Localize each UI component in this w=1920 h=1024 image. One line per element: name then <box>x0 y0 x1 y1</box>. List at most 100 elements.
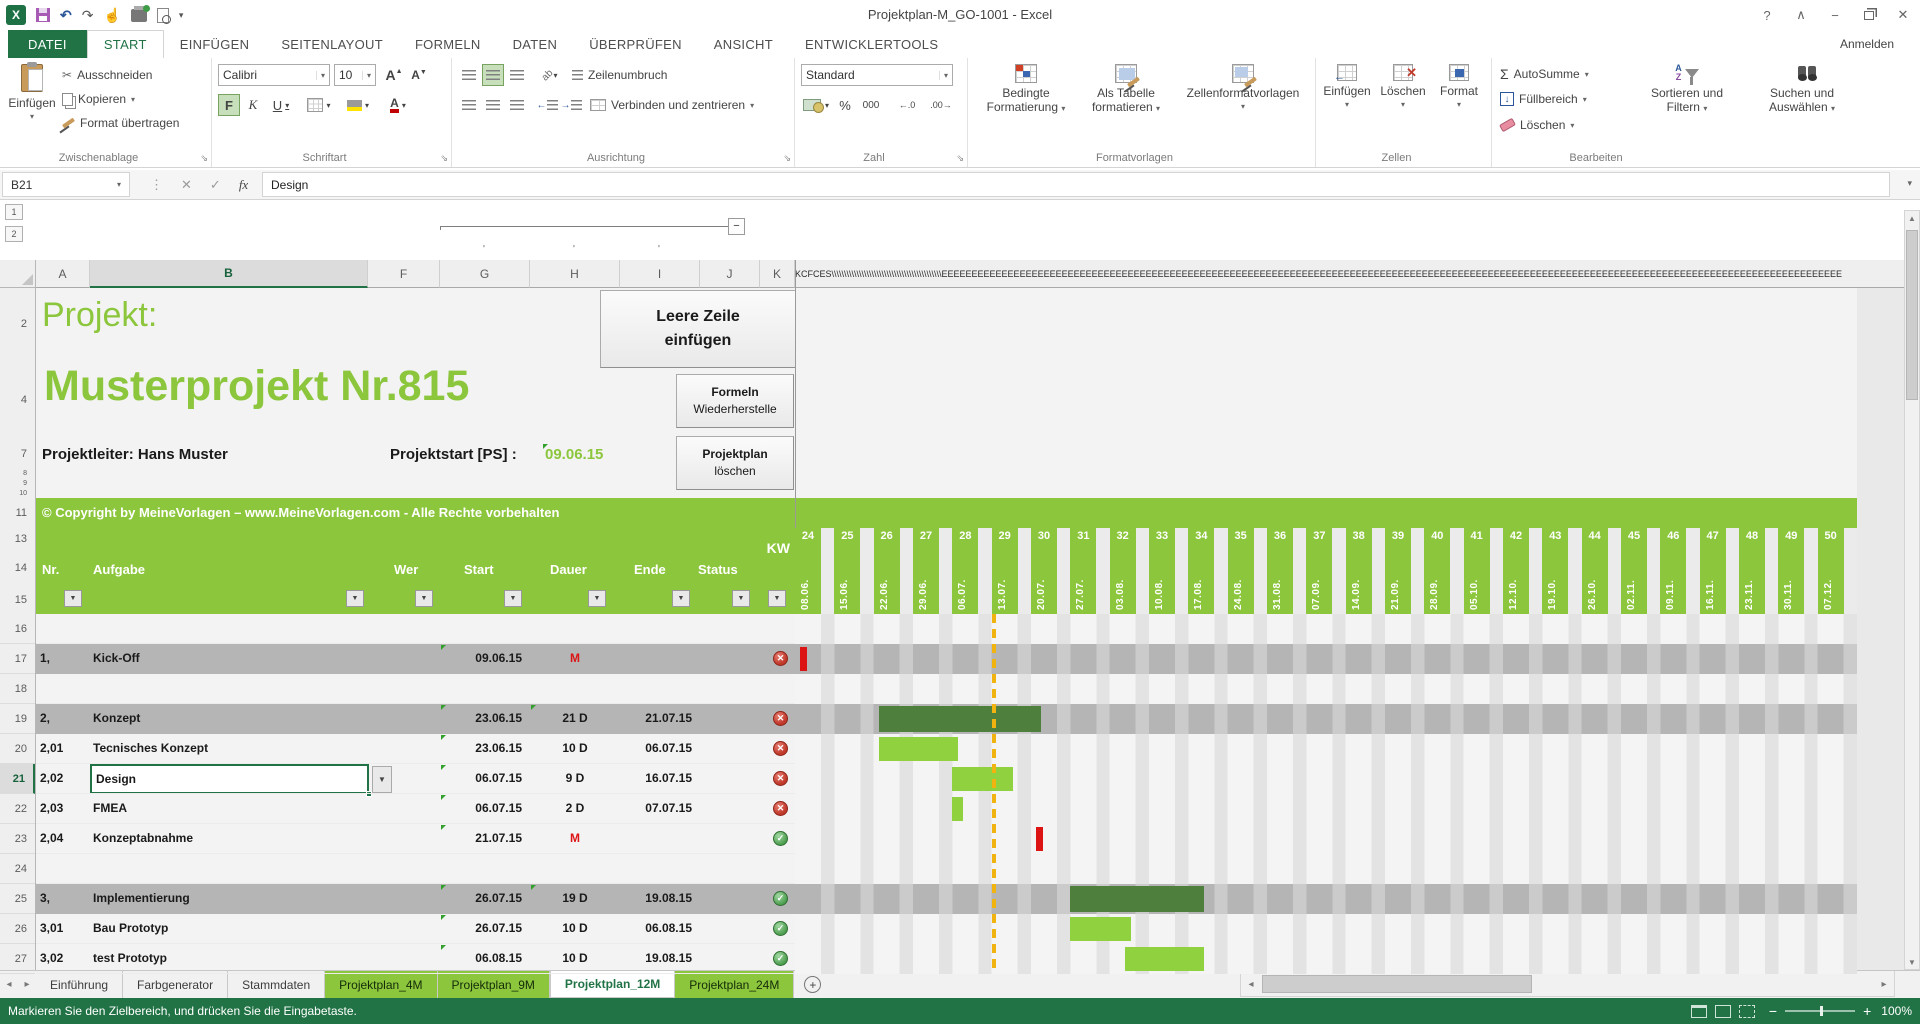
cell-start[interactable]: 21.07.15 <box>440 831 522 845</box>
zoom-slider[interactable] <box>1785 1010 1855 1012</box>
horizontal-scroll-thumb[interactable] <box>1262 975 1532 993</box>
cut-button[interactable]: ✂Ausschneiden <box>62 68 152 82</box>
row-header-27[interactable]: 27 <box>0 944 35 974</box>
vertical-scroll-thumb[interactable] <box>1906 230 1918 400</box>
row-header-7[interactable]: 7 <box>0 440 35 468</box>
font-size-combo[interactable]: 10▾ <box>334 64 376 86</box>
paste-button[interactable]: Einfügen ▾ <box>8 64 56 124</box>
close-button[interactable]: ✕ <box>1886 0 1920 30</box>
ribbon-tab-datei[interactable]: DATEI <box>8 30 87 58</box>
outline-level-1-button[interactable]: 1 <box>5 204 23 220</box>
cell-task-name[interactable]: Bau Prototyp <box>93 921 168 935</box>
fill-button[interactable]: ↓Füllbereich▾ <box>1500 92 1587 106</box>
row-header-13[interactable]: 13 <box>0 528 35 550</box>
filter-dropdown-button[interactable]: ▼ <box>588 590 606 607</box>
wrap-text-button[interactable]: Zeilenumbruch <box>572 68 667 82</box>
excel-logo-icon[interactable]: X <box>6 5 26 25</box>
row-header-19[interactable]: 19 <box>0 704 35 734</box>
cell-start[interactable]: 23.06.15 <box>440 711 522 725</box>
align-bottom-button[interactable] <box>506 64 528 86</box>
collapse-ribbon-button[interactable]: ∧ <box>1784 0 1818 30</box>
cell-nr[interactable]: 3,02 <box>40 951 63 965</box>
zoom-in-button[interactable]: + <box>1863 1003 1871 1019</box>
row-header-22[interactable]: 22 <box>0 794 35 824</box>
scroll-up-arrow[interactable]: ▲ <box>1904 210 1920 226</box>
touch-mode-icon[interactable]: ☝ <box>103 7 120 24</box>
cell-task-name[interactable]: Tecnisches Konzept <box>93 741 208 755</box>
row-header-21[interactable]: 21 <box>0 764 35 794</box>
cell-task-name[interactable]: Kick-Off <box>93 651 140 665</box>
column-header-h[interactable]: H <box>530 260 620 288</box>
sheet-tab-einführung[interactable]: Einführung <box>36 971 123 998</box>
filter-dropdown-button[interactable]: ▼ <box>732 590 750 607</box>
sheet-tab-stammdaten[interactable]: Stammdaten <box>228 971 325 998</box>
row-header-16[interactable]: 16 <box>0 614 35 644</box>
cell-start[interactable]: 23.06.15 <box>440 741 522 755</box>
cell-nr[interactable]: 2,03 <box>40 801 63 815</box>
grow-font-button[interactable]: A▲ <box>382 64 406 86</box>
name-box[interactable]: B21▾ <box>2 172 130 197</box>
cell-nr[interactable]: 2,02 <box>40 771 63 785</box>
ribbon-tab-formeln[interactable]: FORMELN <box>399 30 497 58</box>
ribbon-tab-entwicklertools[interactable]: ENTWICKLERTOOLS <box>789 30 954 58</box>
cell-styles-button[interactable]: Zellenformatvorlagen ▾ <box>1174 64 1312 114</box>
cell-end[interactable]: 07.07.15 <box>600 801 692 815</box>
cell-task-name[interactable]: test Prototyp <box>93 951 167 965</box>
cell-start[interactable]: 06.08.15 <box>440 951 522 965</box>
align-top-button[interactable] <box>458 64 480 86</box>
align-left-button[interactable] <box>458 94 480 116</box>
increase-decimal-button[interactable]: ←.0 <box>891 94 923 116</box>
minimize-button[interactable]: − <box>1818 0 1852 30</box>
comma-style-button[interactable]: 000 <box>857 94 885 116</box>
column-header-g[interactable]: G <box>440 260 530 288</box>
ribbon-tab-einfügen[interactable]: EINFÜGEN <box>164 30 266 58</box>
conditional-formatting-button[interactable]: Bedingte Formatierung ▾ <box>978 64 1074 116</box>
cell-end[interactable]: 21.07.15 <box>600 711 692 725</box>
cell-nr[interactable]: 2,04 <box>40 831 63 845</box>
cell-end[interactable]: 19.08.15 <box>600 891 692 905</box>
align-right-button[interactable] <box>506 94 528 116</box>
quick-print-icon[interactable] <box>131 9 147 22</box>
row-header-20[interactable]: 20 <box>0 734 35 764</box>
ribbon-tab-überprüfen[interactable]: ÜBERPRÜFEN <box>573 30 698 58</box>
bold-button[interactable]: F <box>218 94 240 116</box>
cell-task-name[interactable]: Konzept <box>93 711 140 725</box>
dialog-launcher-icon[interactable]: ⇘ <box>440 153 448 164</box>
ribbon-tab-seitenlayout[interactable]: SEITENLAYOUT <box>265 30 399 58</box>
column-header-b[interactable]: B <box>90 260 368 288</box>
filter-dropdown-button[interactable]: ▼ <box>415 590 433 607</box>
copy-button[interactable]: Kopieren▾ <box>62 92 135 106</box>
cell-duration[interactable]: M <box>530 831 620 845</box>
zoom-slider-thumb[interactable] <box>1820 1006 1823 1016</box>
cell-end[interactable]: 06.07.15 <box>600 741 692 755</box>
row-header-26[interactable]: 26 <box>0 914 35 944</box>
ribbon-tab-ansicht[interactable]: ANSICHT <box>698 30 789 58</box>
align-middle-button[interactable] <box>482 64 504 86</box>
font-name-combo[interactable]: Calibri▾ <box>218 64 330 86</box>
cell-start[interactable]: 06.07.15 <box>440 771 522 785</box>
cancel-entry-icon[interactable]: ✕ <box>181 177 192 193</box>
print-preview-icon[interactable] <box>157 8 169 23</box>
page-break-view-button[interactable] <box>1739 1005 1755 1018</box>
format-cells-button[interactable]: Format ▾ <box>1432 64 1486 112</box>
font-color-button[interactable]: A▾ <box>380 94 416 116</box>
row-header-4[interactable]: 4 <box>0 360 35 440</box>
column-header-k[interactable]: K <box>760 260 795 288</box>
dialog-launcher-icon[interactable]: ⇘ <box>783 153 791 164</box>
sign-in-link[interactable]: Anmelden <box>1840 37 1894 51</box>
cell-nr[interactable]: 1, <box>40 651 50 665</box>
row-header-18[interactable]: 18 <box>0 674 35 704</box>
row-header-10[interactable]: 10 <box>0 488 35 498</box>
row-header-15[interactable]: 15 <box>0 586 35 614</box>
outline-level-2-button[interactable]: 2 <box>5 226 23 242</box>
cell-start[interactable]: 26.07.15 <box>440 891 522 905</box>
decrease-indent-button[interactable]: ← <box>536 94 558 116</box>
clear-button[interactable]: Löschen▾ <box>1500 118 1574 132</box>
column-header-f[interactable]: F <box>368 260 440 288</box>
borders-button[interactable]: ▾ <box>302 94 336 116</box>
cell-end[interactable]: 16.07.15 <box>600 771 692 785</box>
row-header-9[interactable]: 9 <box>0 478 35 488</box>
cell-end[interactable]: 06.08.15 <box>600 921 692 935</box>
delete-cells-button[interactable]: ✕ Löschen ▾ <box>1376 64 1430 112</box>
dialog-launcher-icon[interactable]: ⇘ <box>200 153 208 164</box>
